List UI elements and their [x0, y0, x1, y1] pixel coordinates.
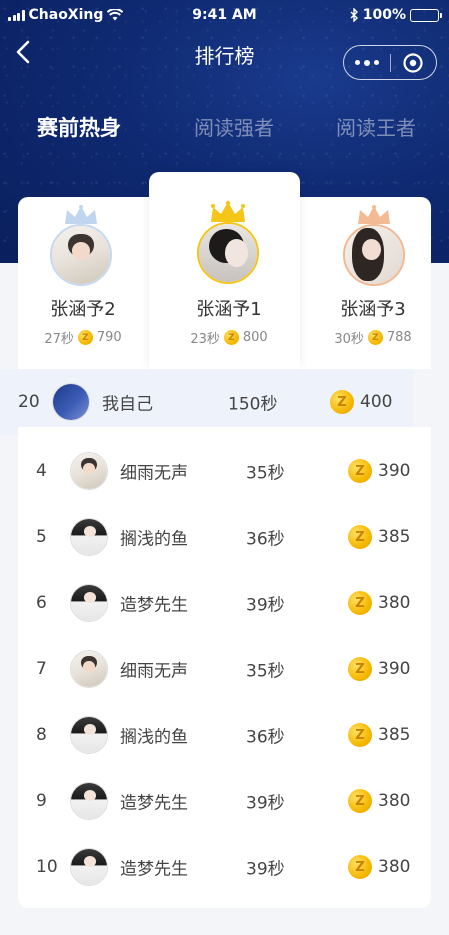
list-name: 搁浅的鱼	[120, 529, 188, 550]
podium-second-name: 张涵予2	[50, 299, 116, 320]
list-item[interactable]: 6 造梦先生 39秒 Z 380	[18, 570, 431, 636]
list-avatar	[70, 650, 108, 688]
podium-second-stats: 27秒 Z 790	[18, 328, 148, 347]
list-item[interactable]: 10 造梦先生 39秒 Z 380	[18, 834, 431, 900]
list-name: 搁浅的鱼	[120, 727, 188, 748]
tab-reading-king[interactable]: 阅读王者	[336, 112, 416, 141]
coin-icon: Z	[348, 855, 372, 879]
list-rank: 6	[36, 593, 47, 613]
list-name: 造梦先生	[120, 793, 188, 814]
podium-second-score: 790	[96, 330, 122, 345]
list-name: 细雨无声	[120, 661, 188, 682]
coin-icon: Z	[348, 525, 372, 549]
list-avatar	[70, 584, 108, 622]
list-rank: 10	[36, 857, 58, 877]
list-time: 39秒	[246, 793, 285, 814]
list-name: 细雨无声	[120, 463, 188, 484]
list-time: 39秒	[246, 595, 285, 616]
list-item[interactable]: 4 细雨无声 35秒 Z 390	[18, 438, 431, 504]
mini-program-capsule	[343, 45, 437, 80]
crown-silver-icon	[65, 205, 97, 224]
tab-reading-strong[interactable]: 阅读强者	[194, 112, 274, 141]
list-avatar	[70, 518, 108, 556]
coin-icon: Z	[348, 591, 372, 615]
list-score: 385	[378, 725, 411, 745]
self-avatar	[52, 383, 90, 421]
self-name: 我自己	[102, 394, 153, 415]
coin-icon: Z	[348, 723, 372, 747]
list-rank: 7	[36, 659, 47, 679]
podium-first-score: 800	[242, 330, 268, 345]
close-target-icon[interactable]	[390, 52, 436, 74]
ranking-list: 4 细雨无声 35秒 Z 390 5 搁浅的鱼 36秒 Z 385 6 造梦先生 3…	[18, 427, 431, 908]
coin-icon: Z	[77, 330, 93, 345]
podium-first-name: 张涵予1	[196, 299, 262, 320]
list-avatar	[70, 716, 108, 754]
list-rank: 8	[36, 725, 47, 745]
self-time: 150秒	[228, 394, 278, 415]
crown-gold-icon	[211, 200, 245, 222]
list-time: 35秒	[246, 463, 285, 484]
list-score: 380	[378, 593, 411, 613]
list-avatar	[70, 782, 108, 820]
podium-second-time: 27秒	[44, 332, 74, 347]
list-score: 385	[378, 527, 411, 547]
avatar-second[interactable]	[50, 224, 112, 286]
tab-warmup[interactable]: 赛前热身	[37, 112, 121, 142]
list-score: 380	[378, 791, 411, 811]
self-score: 400	[360, 392, 393, 412]
list-rank: 4	[36, 461, 47, 481]
self-rank-row[interactable]: 20 我自己 150秒 Z 400	[0, 369, 413, 435]
battery-icon	[410, 8, 442, 22]
list-time: 36秒	[246, 529, 285, 550]
coin-icon: Z	[223, 330, 239, 345]
status-bar: ChaoXing 9:41 AM 100%	[0, 0, 449, 30]
list-name: 造梦先生	[120, 859, 188, 880]
coin-icon: Z	[348, 657, 372, 681]
list-item[interactable]: 9 造梦先生 39秒 Z 380	[18, 768, 431, 834]
list-score: 380	[378, 857, 411, 877]
self-rank: 20	[18, 392, 40, 412]
list-item[interactable]: 7 细雨无声 35秒 Z 390	[18, 636, 431, 702]
list-avatar	[70, 848, 108, 886]
list-time: 35秒	[246, 661, 285, 682]
podium-third-name: 张涵予3	[340, 299, 406, 320]
bluetooth-icon	[350, 8, 358, 22]
list-rank: 9	[36, 791, 47, 811]
podium-first-stats: 23秒 Z 800	[164, 328, 294, 347]
avatar-first[interactable]	[197, 222, 259, 284]
coin-icon: Z	[348, 459, 372, 483]
list-item[interactable]: 5 搁浅的鱼 36秒 Z 385	[18, 504, 431, 570]
list-rank: 5	[36, 527, 47, 547]
crown-bronze-icon	[358, 205, 390, 224]
coin-icon: Z	[330, 390, 354, 414]
coin-icon: Z	[367, 330, 383, 345]
avatar-third[interactable]	[343, 224, 405, 286]
coin-icon: Z	[348, 789, 372, 813]
battery-percent: 100%	[362, 7, 406, 23]
list-score: 390	[378, 461, 411, 481]
list-name: 造梦先生	[120, 595, 188, 616]
podium-first-time: 23秒	[190, 332, 220, 347]
podium-third-stats: 30秒 Z 788	[308, 328, 438, 347]
list-time: 39秒	[246, 859, 285, 880]
more-dots-icon[interactable]	[344, 59, 390, 66]
list-time: 36秒	[246, 727, 285, 748]
list-avatar	[70, 452, 108, 490]
podium-third-score: 788	[386, 330, 412, 345]
list-item[interactable]: 8 搁浅的鱼 36秒 Z 385	[18, 702, 431, 768]
list-score: 390	[378, 659, 411, 679]
podium-third-time: 30秒	[334, 332, 364, 347]
